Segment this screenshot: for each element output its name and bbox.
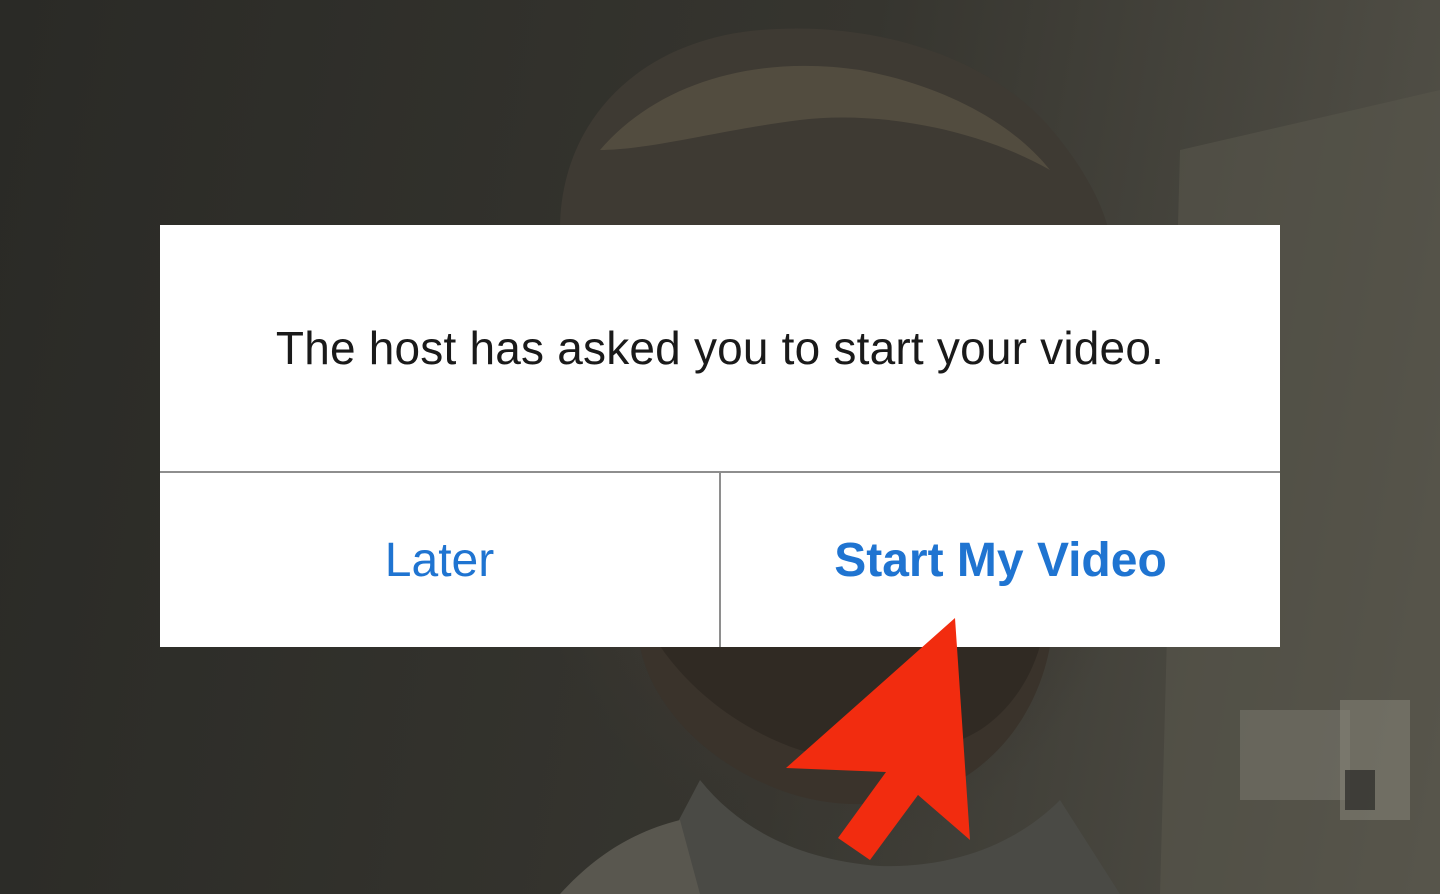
later-button[interactable]: Later <box>160 473 719 647</box>
dialog-message: The host has asked you to start your vid… <box>275 322 1165 374</box>
start-my-video-button[interactable]: Start My Video <box>721 473 1280 647</box>
video-request-dialog: The host has asked you to start your vid… <box>160 225 1280 647</box>
video-preview: The host has asked you to start your vid… <box>0 0 1440 894</box>
